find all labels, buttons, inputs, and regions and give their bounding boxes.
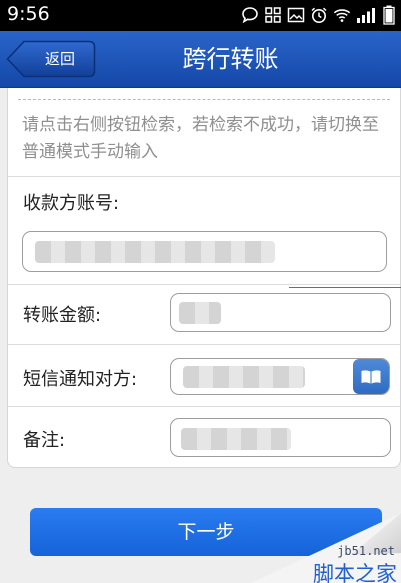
alarm-icon (310, 6, 328, 24)
account-input[interactable] (22, 231, 387, 272)
sms-label: 短信通知对方: (23, 369, 138, 390)
page-title: 跨行转账 (182, 45, 279, 73)
battery-icon (383, 5, 395, 25)
status-icons (241, 4, 395, 26)
remark-input[interactable] (170, 418, 391, 457)
account-label: 收款方账号: (23, 193, 120, 214)
amount-label: 转账金额: (23, 305, 102, 326)
account-redaction (35, 241, 275, 263)
watermark-name: 脚本之家 (313, 562, 397, 583)
divider (8, 284, 400, 285)
signal-icon (356, 6, 378, 24)
remark-redaction (181, 428, 291, 450)
amount-input[interactable] (170, 293, 391, 332)
red-guide-line (289, 287, 401, 288)
sms-input[interactable] (170, 358, 390, 395)
divider (8, 406, 400, 407)
book-icon (361, 369, 381, 384)
wifi-icon (333, 6, 351, 24)
watermark-site: jb51.net (337, 544, 395, 558)
transfer-form: 请点击右侧按钮检索，若检索不成功，请切换至普通模式手动输入 收款方账号: 转账金… (7, 88, 401, 468)
back-button-label: 返回 (44, 50, 75, 68)
sms-redaction (183, 366, 305, 388)
apps-grid-icon (264, 6, 282, 24)
search-hint: 请点击右侧按钮检索，若检索不成功，请切换至普通模式手动输入 (22, 115, 379, 162)
back-button[interactable]: 返回 (6, 40, 96, 78)
app-header: 返回 跨行转账 (0, 31, 401, 88)
divider (8, 344, 400, 345)
dashed-divider (18, 99, 390, 100)
amount-redaction (179, 302, 221, 324)
chat-icon (241, 6, 259, 24)
status-time: 9:56 (7, 3, 50, 25)
contacts-button[interactable] (353, 359, 389, 394)
status-bar: 9:56 (0, 0, 401, 31)
remark-label: 备注: (23, 430, 66, 451)
gallery-icon (287, 6, 305, 24)
divider (8, 176, 400, 177)
